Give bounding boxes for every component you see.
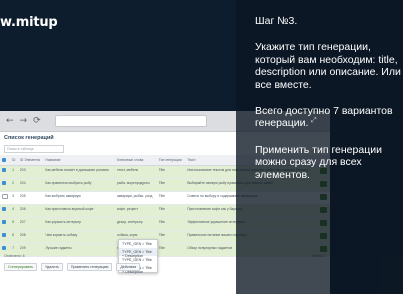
- generate-button[interactable]: Сгенерировать: [4, 263, 38, 271]
- actions-select[interactable]: Действия: [116, 263, 141, 271]
- instructions-text-2: Всего доступно 7 вариантов генерации.: [255, 105, 393, 130]
- col-id[interactable]: ID: [10, 155, 18, 166]
- dropdown-option[interactable]: TYPE_GEN = Title + Description: [119, 248, 157, 258]
- cell-id: 1: [10, 165, 18, 179]
- cell-keywords: рыба, морепродукты: [114, 178, 157, 192]
- cell-generation-type[interactable]: Title: [156, 178, 186, 192]
- reload-icon[interactable]: ⟳: [33, 116, 41, 126]
- logo-prefix: w.: [0, 14, 16, 30]
- cell-id: 6: [10, 230, 18, 244]
- checkbox[interactable]: [2, 245, 6, 250]
- cell-generation-type[interactable]: Title: [156, 204, 186, 218]
- cell-element-id: 205: [17, 191, 44, 205]
- checkbox[interactable]: [2, 219, 6, 224]
- cell-id: 4: [10, 204, 18, 218]
- checkbox[interactable]: [2, 206, 6, 211]
- delete-button[interactable]: Удалить: [41, 263, 63, 271]
- row-checkbox[interactable]: [0, 165, 11, 179]
- logo-name: mitup: [15, 14, 58, 30]
- cell-element-id: 207: [17, 217, 44, 231]
- cell-id: 5: [10, 217, 18, 231]
- cell-generation-type[interactable]: Title: [156, 243, 186, 257]
- cell-id: 3: [10, 191, 18, 205]
- cell-keywords: кофе, рецепт: [114, 204, 157, 218]
- cell-id: 2: [10, 178, 18, 192]
- col-generation-type[interactable]: Тип генерации: [156, 155, 186, 166]
- cell-generation-type[interactable]: Title: [156, 165, 186, 179]
- table-filter-input[interactable]: Поиск в таблице: [4, 145, 64, 153]
- select-all-header[interactable]: [0, 155, 11, 166]
- instructions-panel: Шаг №3. Укажите тип генерации, который в…: [255, 15, 401, 195]
- forward-icon[interactable]: →: [20, 116, 28, 126]
- apply-generation-button[interactable]: Применить генерацию: [66, 263, 113, 271]
- col-element-id[interactable]: ID Элемента: [17, 155, 44, 166]
- dropdown-option[interactable]: TYPE_GEN = Title: [119, 240, 157, 248]
- cell-generation-type[interactable]: Title: [156, 217, 186, 231]
- back-icon[interactable]: ←: [6, 116, 14, 126]
- instructions-text-1: Укажите тип генерации, который вам необх…: [255, 41, 401, 91]
- cell-element-id: 204: [17, 178, 44, 192]
- cell-name: Как правильно выбрать рыбу: [43, 178, 115, 192]
- checkbox[interactable]: [2, 167, 6, 172]
- address-bar[interactable]: [54, 115, 207, 127]
- cell-keywords: текст, мебель: [114, 165, 157, 179]
- checkbox[interactable]: [2, 232, 6, 237]
- cell-name: Чем кормить собаку: [43, 230, 115, 244]
- cell-element-id: 203: [17, 165, 44, 179]
- row-checkbox[interactable]: [0, 178, 11, 192]
- col-keywords[interactable]: Ключевые слова: [114, 155, 157, 166]
- cell-generation-type[interactable]: Title: [156, 230, 186, 244]
- cell-name: Как приготовить вкусный кофе: [43, 204, 115, 218]
- row-checkbox[interactable]: [0, 191, 11, 205]
- checkbox[interactable]: [2, 180, 6, 185]
- cell-name: Лучшие гаджеты: [43, 243, 115, 257]
- cell-element-id: 206: [17, 204, 44, 218]
- cell-generation-type[interactable]: Title: [156, 191, 186, 205]
- step-heading: Шаг №3.: [255, 15, 298, 27]
- selected-count: Отмечено: 6: [4, 254, 25, 258]
- checkbox[interactable]: [2, 193, 8, 199]
- row-checkbox[interactable]: [0, 217, 11, 231]
- cell-name: Как мебель влияет в домашние условия: [43, 165, 115, 179]
- row-checkbox[interactable]: [0, 230, 11, 244]
- logo: w. mitup: [0, 13, 58, 31]
- row-checkbox[interactable]: [0, 204, 11, 218]
- cell-element-id: 208: [17, 230, 44, 244]
- cell-name: Как выбрать аквариум: [43, 191, 115, 205]
- col-name[interactable]: Название: [43, 155, 115, 166]
- cell-keywords: аквариум, рыбки, уход: [114, 191, 157, 205]
- cell-name: Как украсить интерьер: [43, 217, 115, 231]
- instructions-text-3: Применить тип генерации можно сразу для …: [255, 143, 382, 181]
- cell-keywords: декор, интерьер: [114, 217, 157, 231]
